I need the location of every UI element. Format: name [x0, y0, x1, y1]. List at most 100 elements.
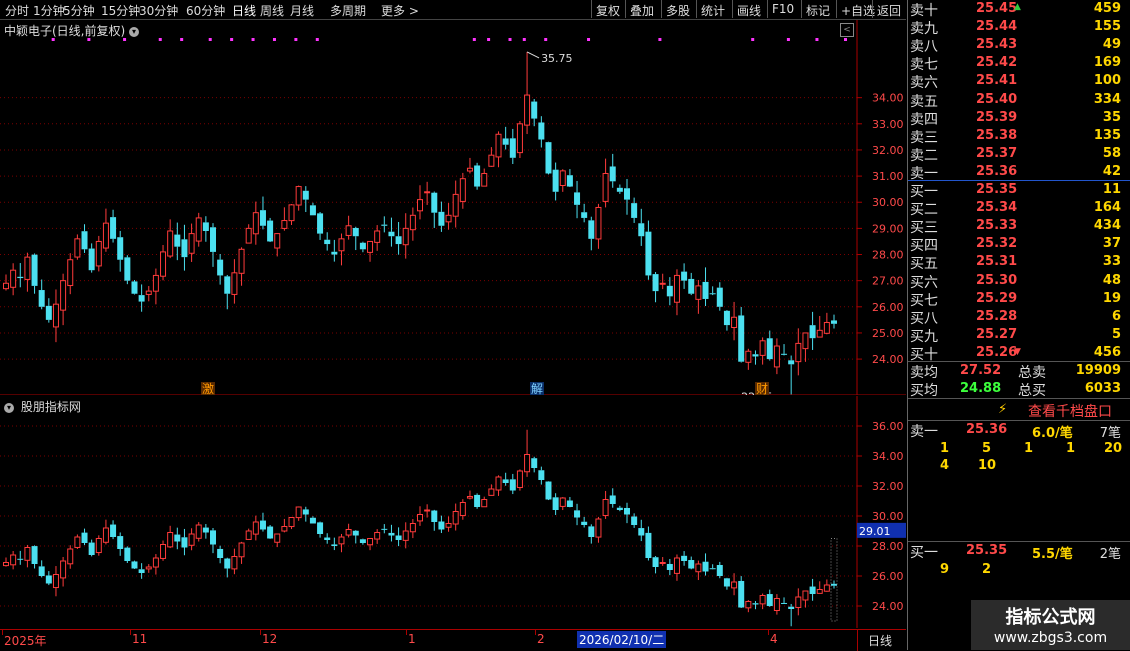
period-tab-9[interactable]: 多周期 [330, 2, 366, 19]
indicator-candle [288, 517, 295, 530]
main-candle [374, 225, 381, 251]
bid-level-row[interactable]: 买三 25.33 434 [908, 217, 1130, 236]
date-label: 11 [132, 632, 148, 646]
period-tab-6[interactable]: 日线 [232, 2, 256, 19]
y-tick-label: 28.00 [872, 249, 904, 262]
detail-avg: 6.0/笔 [1032, 426, 1073, 441]
watermark-title: 指标公式网 [1005, 607, 1096, 628]
indicator-candle [324, 533, 331, 544]
bid-level-row[interactable]: 买十 25.26 456 ▼ [908, 344, 1130, 363]
bid-level-row[interactable]: 买八 25.28 6 [908, 308, 1130, 327]
main-candle [352, 226, 359, 251]
level-label: 卖七 [910, 57, 938, 74]
main-candle [138, 284, 145, 312]
period-tab-7[interactable]: 周线 [260, 2, 284, 19]
main-candle [359, 241, 366, 253]
level-price: 25.35 [976, 182, 1018, 197]
main-candle [317, 212, 324, 240]
toolbar-button-4[interactable]: 画线 [732, 0, 765, 18]
indicator-candle [388, 524, 395, 542]
bid-level-row[interactable]: 买二 25.34 164 [908, 199, 1130, 218]
event-mark[interactable]: 解 [530, 382, 544, 395]
event-mark[interactable]: 激 [201, 382, 215, 395]
ask-level-row[interactable]: 卖一 25.36 42 [908, 163, 1130, 182]
indicator-candle [659, 557, 666, 566]
main-candle [95, 235, 102, 272]
ask-level-row[interactable]: 卖八 25.43 49 [908, 36, 1130, 55]
period-tab-0[interactable]: 分时 [5, 2, 29, 19]
ask-level-row[interactable]: 卖十 25.45 459 ▲ [908, 0, 1130, 19]
queue-order: 1 [1066, 441, 1076, 456]
period-tab-5[interactable]: 60分钟 [186, 2, 225, 19]
indicator-candle [245, 528, 252, 540]
main-candle [181, 224, 188, 271]
ask-level-row[interactable]: 卖九 25.44 155 [908, 18, 1130, 37]
main-candle [402, 213, 409, 259]
bid-level-row[interactable]: 买六 25.30 48 [908, 272, 1130, 291]
event-mark[interactable]: 财 [755, 382, 769, 395]
level-price: 25.27 [976, 326, 1018, 342]
toolbar-button-1[interactable]: 叠加 [625, 0, 658, 18]
toolbar-button-8[interactable]: 返回 [872, 0, 905, 18]
period-tab-2[interactable]: 5分钟 [63, 2, 95, 19]
toolbar-button-3[interactable]: 统计 [696, 0, 729, 18]
level-volume: 11 [1102, 182, 1121, 197]
main-candle [67, 253, 74, 295]
queue-order: 10 [978, 458, 997, 473]
main-candle [659, 273, 666, 290]
period-tab-8[interactable]: 月线 [290, 2, 314, 19]
toolbar-button-6[interactable]: 标记 [801, 0, 834, 18]
indicator-candle [381, 524, 388, 534]
divider [908, 398, 1130, 399]
period-tab-10[interactable]: 更多 > [381, 2, 419, 19]
main-candle [445, 203, 452, 230]
indicator-candle [238, 541, 245, 564]
toolbar-button-0[interactable]: 复权 [591, 0, 624, 18]
date-label: 4 [770, 632, 778, 646]
ask-level-row[interactable]: 卖四 25.39 35 [908, 109, 1130, 128]
indicator-candle [524, 429, 531, 477]
indicator-chart-pane[interactable]: ▾ 股朋指标网 36.00 34.00 32.00 30.00 28.00 26.00 24… [0, 396, 906, 628]
level-volume: 19 [1102, 290, 1121, 306]
ask-level-row[interactable]: 卖七 25.42 169 [908, 54, 1130, 74]
indicator-candle [673, 554, 680, 581]
indicator-candle [666, 558, 673, 576]
candlestick-chart-pane[interactable]: 中颖电子(日线,前复权) ▾ < 34.00 33.00 32.00 31.00 30.… [0, 20, 906, 395]
indicator-candle [681, 551, 688, 566]
date-tick [260, 630, 261, 635]
main-candle [624, 179, 630, 215]
main-candle [17, 263, 24, 288]
main-candle [652, 272, 659, 303]
main-candle [81, 224, 88, 253]
indicator-candle [188, 528, 195, 551]
detail-avg: 5.5/笔 [1032, 547, 1073, 562]
ask-level-row[interactable]: 卖五 25.40 334 [908, 91, 1130, 110]
indicator-candle [395, 527, 402, 547]
bid-level-row[interactable]: 买四 25.32 37 [908, 235, 1130, 254]
signal-marker [587, 38, 591, 41]
ask-level-row[interactable]: 卖二 25.37 58 [908, 145, 1130, 164]
detail-price: 25.35 [966, 543, 1008, 558]
main-candle [338, 233, 345, 266]
thousand-level-link[interactable]: 查看千档盘口 [1028, 401, 1112, 421]
main-candle [431, 191, 438, 228]
ask-level-row[interactable]: 卖三 25.38 135 [908, 127, 1130, 146]
indicator-candle [809, 578, 816, 601]
period-tab-4[interactable]: 30分钟 [139, 2, 178, 19]
toolbar-button-5[interactable]: F10 [767, 0, 798, 18]
indicator-candle [359, 538, 366, 545]
ask-level-row[interactable]: 卖六 25.41 100 [908, 72, 1130, 91]
bid-level-row[interactable]: 买五 25.31 33 [908, 253, 1130, 272]
level-label: 卖二 [910, 147, 938, 164]
main-candle [481, 168, 488, 187]
toolbar-button-2[interactable]: 多股 [661, 0, 694, 18]
signal-marker [522, 38, 526, 41]
bid-level-row[interactable]: 买七 25.29 19 [908, 290, 1130, 309]
period-tab-1[interactable]: 1分钟 [33, 2, 65, 19]
bid-level-row[interactable]: 买一 25.35 11 [908, 181, 1130, 200]
period-tab-3[interactable]: 15分钟 [101, 2, 140, 19]
level-price: 25.41 [976, 73, 1018, 89]
main-candle [52, 289, 59, 343]
bid-level-row[interactable]: 买九 25.27 5 [908, 326, 1130, 345]
main-candle [488, 147, 495, 167]
